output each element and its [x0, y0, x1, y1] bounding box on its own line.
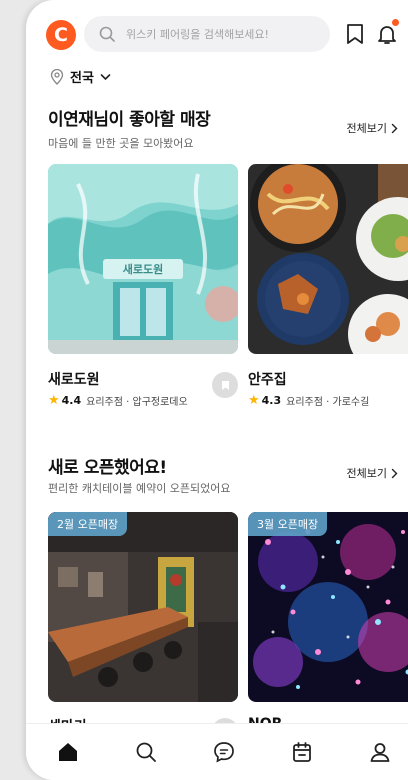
search-bar[interactable]	[84, 16, 330, 52]
restaurant-card-image-senmaki[interactable]: 2월 오픈매장	[48, 512, 238, 702]
location-pin-icon	[50, 68, 64, 85]
star-icon: ★	[48, 393, 60, 408]
see-all-new-open-link[interactable]: 전체보기	[347, 465, 398, 481]
home-icon[interactable]	[56, 740, 80, 764]
section-title-new-open: 새로 오픈했어요!	[48, 458, 167, 478]
chat-icon[interactable]	[212, 740, 236, 764]
chevron-right-icon	[391, 123, 398, 133]
see-all-label: 전체보기	[346, 467, 387, 480]
search-icon	[99, 26, 115, 42]
light-art-photo	[248, 512, 408, 702]
see-all-label: 전체보기	[346, 122, 387, 135]
opening-month-badge: 2월 오픈매장	[48, 512, 128, 536]
section-title-recommended: 이연재님이 좋아할 매장	[48, 110, 211, 130]
top-header: C	[26, 0, 408, 60]
storefront-sign: 새로도원	[123, 262, 163, 276]
rating-value: 4.4	[61, 394, 82, 407]
bookmark-icon[interactable]	[344, 22, 366, 46]
category-location: 요리주점 · 압구정로데오	[86, 397, 188, 408]
restaurant-meta: ★ 4.4 요리주점 · 압구정로데오	[48, 393, 188, 408]
food-photo	[248, 164, 408, 354]
storefront-photo: 새로도원	[48, 164, 238, 354]
category-location: 요리주점 · 가로수길	[286, 397, 370, 408]
calendar-icon[interactable]	[290, 740, 314, 764]
search-input[interactable]	[124, 26, 328, 42]
restaurant-name[interactable]: 새로도원	[48, 369, 100, 389]
profile-icon[interactable]	[368, 740, 392, 764]
section-subtitle-recommended: 마음에 들 만한 곳을 모아봤어요	[48, 137, 194, 150]
location-selector[interactable]: 전국	[50, 67, 111, 86]
restaurant-meta: ★ 4.3 요리주점 · 가로수길	[248, 393, 369, 408]
section-subtitle-new-open: 편리한 캐치테이블 예약이 오픈되었어요	[48, 482, 231, 495]
restaurant-card-image-anjujip[interactable]	[248, 164, 408, 354]
bookmark-icon	[221, 380, 229, 390]
bottom-navigation	[26, 723, 408, 780]
bookmark-button[interactable]	[212, 372, 238, 398]
rating-value: 4.3	[261, 394, 282, 407]
search-icon[interactable]	[134, 740, 158, 764]
bar-interior-photo	[48, 512, 238, 702]
restaurant-card-image-nor[interactable]: 3월 오픈매장	[248, 512, 408, 702]
catchtable-logo[interactable]: C	[46, 20, 76, 50]
notification-dot	[392, 19, 399, 26]
location-label: 전국	[70, 71, 94, 86]
chevron-right-icon	[391, 468, 398, 478]
restaurant-card-image-saerodowon[interactable]: 새로도원	[48, 164, 238, 354]
star-icon: ★	[248, 393, 260, 408]
chevron-down-icon	[100, 73, 111, 80]
opening-month-badge: 3월 오픈매장	[248, 512, 328, 536]
app-screen: C 전국 이연재님이 좋아할 매장 마음에 들 만한 곳을 모아봤어요	[26, 0, 408, 780]
see-all-recommended-link[interactable]: 전체보기	[347, 120, 398, 136]
restaurant-name[interactable]: 안주집	[248, 369, 287, 389]
